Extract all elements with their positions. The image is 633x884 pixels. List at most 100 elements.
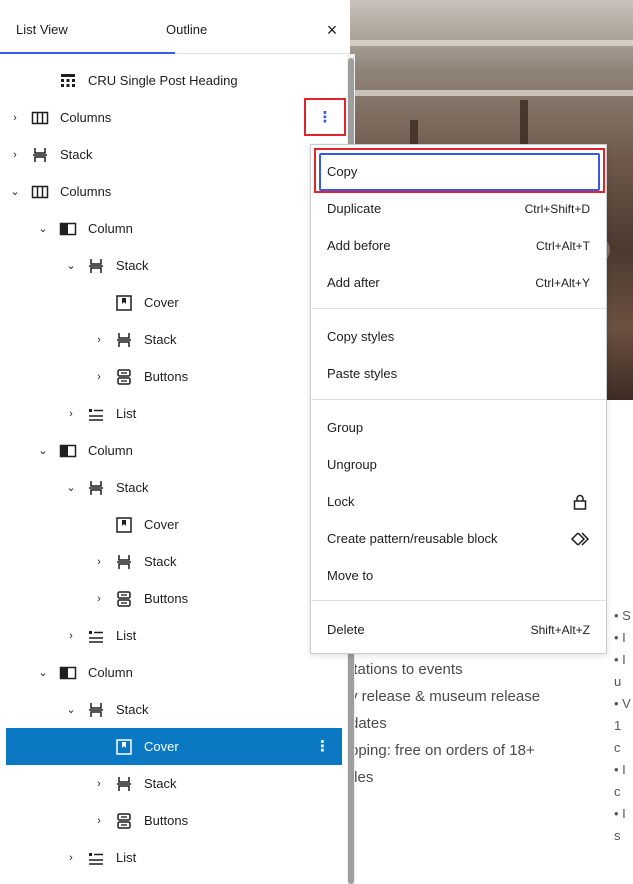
- canvas-list-text: itations to events v release & museum re…: [350, 658, 610, 793]
- menu-item-paste-styles[interactable]: Paste styles: [311, 355, 606, 392]
- tree-row-label: List: [116, 628, 137, 643]
- tree-row[interactable]: ⌄ Stack: [0, 247, 342, 284]
- bullet-line: 1: [614, 718, 622, 733]
- menu-item-add-after[interactable]: Add after Ctrl+Alt+Y: [311, 264, 606, 301]
- block-options-menu: Copy Duplicate Ctrl+Shift+D Add before Ctr…: [310, 144, 607, 654]
- tree-row[interactable]: Cover: [0, 284, 342, 321]
- stack-icon: [30, 146, 50, 164]
- chevron-right-icon[interactable]: ›: [64, 408, 78, 420]
- menu-label: Group: [327, 420, 364, 435]
- menu-item-ungroup[interactable]: Ungroup: [311, 446, 606, 483]
- symbol-icon: [570, 531, 590, 546]
- menu-item-delete[interactable]: Delete Shift+Alt+Z: [311, 611, 606, 648]
- lock-icon: [570, 494, 590, 510]
- tree-row-label: List: [116, 406, 137, 421]
- bullet-line: • I: [614, 762, 626, 777]
- tree-row-label: Stack: [116, 702, 149, 717]
- tree-row-label: Columns: [60, 184, 112, 199]
- canvas-line: dates: [350, 715, 387, 732]
- tree-row[interactable]: CRU Single Post Heading: [0, 62, 342, 99]
- tree-row[interactable]: › Stack: [0, 136, 342, 173]
- chevron-down-icon[interactable]: ⌄: [36, 444, 50, 457]
- tree-row[interactable]: › Buttons: [0, 358, 342, 395]
- chevron-down-icon[interactable]: ⌄: [64, 481, 78, 494]
- tree-row-label: Stack: [144, 776, 177, 791]
- stack-icon: [114, 553, 134, 571]
- tree-row[interactable]: ⌄ Stack: [0, 469, 342, 506]
- close-icon[interactable]: ×: [318, 14, 346, 46]
- tree-row-label: Buttons: [144, 591, 189, 606]
- tree-row[interactable]: Cover ⋮: [6, 728, 342, 765]
- tree-row[interactable]: ⌄ Column: [0, 210, 342, 247]
- tree-row[interactable]: › List: [0, 395, 342, 432]
- tree-row[interactable]: › Buttons: [0, 802, 342, 839]
- tree-row[interactable]: › Buttons: [0, 580, 342, 617]
- bullet-line: • I: [614, 806, 626, 821]
- chevron-right-icon[interactable]: ›: [64, 630, 78, 642]
- block-options-button[interactable]: ⋮: [304, 98, 346, 136]
- tab-outline[interactable]: Outline: [166, 0, 286, 54]
- menu-separator: [311, 399, 606, 400]
- bullet-line: • V: [614, 696, 631, 711]
- canvas-right-bullets: • S • I • I u • V 1 c • I c • I s: [614, 608, 633, 850]
- menu-item-copy-styles[interactable]: Copy styles: [311, 318, 606, 355]
- chevron-down-icon[interactable]: ⌄: [8, 185, 22, 198]
- menu-label: Create pattern/reusable block: [327, 531, 498, 546]
- tree-row[interactable]: › Stack: [0, 543, 342, 580]
- bullet-line: u: [614, 674, 622, 689]
- cover-icon: [114, 294, 134, 312]
- chevron-down-icon[interactable]: ⌄: [36, 666, 50, 679]
- table-heading-icon: [58, 72, 78, 90]
- menu-item-group[interactable]: Group: [311, 409, 606, 446]
- tree-row-label: Stack: [144, 332, 177, 347]
- tree-row[interactable]: ⌄ Stack: [0, 691, 342, 728]
- tree-row-label: Column: [88, 221, 133, 236]
- chevron-right-icon[interactable]: ›: [92, 593, 106, 605]
- tree-row[interactable]: › List: [0, 839, 342, 876]
- chevron-down-icon[interactable]: ⌄: [64, 259, 78, 272]
- menu-label: Lock: [327, 494, 355, 509]
- tree-row[interactable]: › List: [0, 617, 342, 654]
- tree-row-label: Column: [88, 665, 133, 680]
- tree-row[interactable]: ⌄ Column: [0, 654, 342, 691]
- canvas-line: itations to events: [350, 661, 463, 678]
- chevron-right-icon[interactable]: ›: [8, 149, 22, 161]
- chevron-right-icon[interactable]: ›: [92, 334, 106, 346]
- chevron-right-icon[interactable]: ›: [92, 371, 106, 383]
- stack-icon: [86, 479, 106, 497]
- menu-item-duplicate[interactable]: Duplicate Ctrl+Shift+D: [311, 190, 606, 227]
- menu-item-lock[interactable]: Lock: [311, 483, 606, 520]
- stack-icon: [114, 331, 134, 349]
- cover-icon: [114, 516, 134, 534]
- ceiling-beam: [350, 90, 633, 96]
- stack-icon: [114, 775, 134, 793]
- tree-row[interactable]: › Stack: [0, 765, 342, 802]
- tree-row[interactable]: ⌄ Column: [0, 432, 342, 469]
- cover-icon: [114, 738, 134, 756]
- chevron-down-icon[interactable]: ⌄: [36, 222, 50, 235]
- menu-item-add-before[interactable]: Add before Ctrl+Alt+T: [311, 227, 606, 264]
- chevron-down-icon[interactable]: ⌄: [64, 703, 78, 716]
- chevron-right-icon[interactable]: ›: [64, 852, 78, 864]
- tree-row[interactable]: ⌄ Columns: [0, 173, 342, 210]
- ceiling-beam: [350, 40, 633, 46]
- menu-item-create-pattern[interactable]: Create pattern/reusable block: [311, 520, 606, 557]
- menu-shortcut: Ctrl+Alt+Y: [535, 275, 590, 290]
- columns-icon: [30, 109, 50, 127]
- tree-row[interactable]: Cover: [0, 506, 342, 543]
- chevron-right-icon[interactable]: ›: [92, 778, 106, 790]
- chevron-right-icon[interactable]: ›: [92, 556, 106, 568]
- tree-row[interactable]: › Columns: [0, 99, 342, 136]
- canvas-line: pping: free on orders of 18+: [350, 742, 535, 759]
- menu-item-move-to[interactable]: Move to: [311, 557, 606, 594]
- tree-row[interactable]: › Stack: [0, 321, 342, 358]
- menu-separator: [311, 308, 606, 309]
- chevron-right-icon[interactable]: ›: [92, 815, 106, 827]
- row-options-icon[interactable]: ⋮: [315, 728, 330, 765]
- buttons-icon: [114, 368, 134, 386]
- list-icon: [86, 849, 106, 867]
- column-icon: [58, 442, 78, 460]
- tab-list-view[interactable]: List View: [0, 0, 175, 54]
- menu-shortcut: Ctrl+Alt+T: [535, 238, 590, 253]
- chevron-right-icon[interactable]: ›: [8, 112, 22, 124]
